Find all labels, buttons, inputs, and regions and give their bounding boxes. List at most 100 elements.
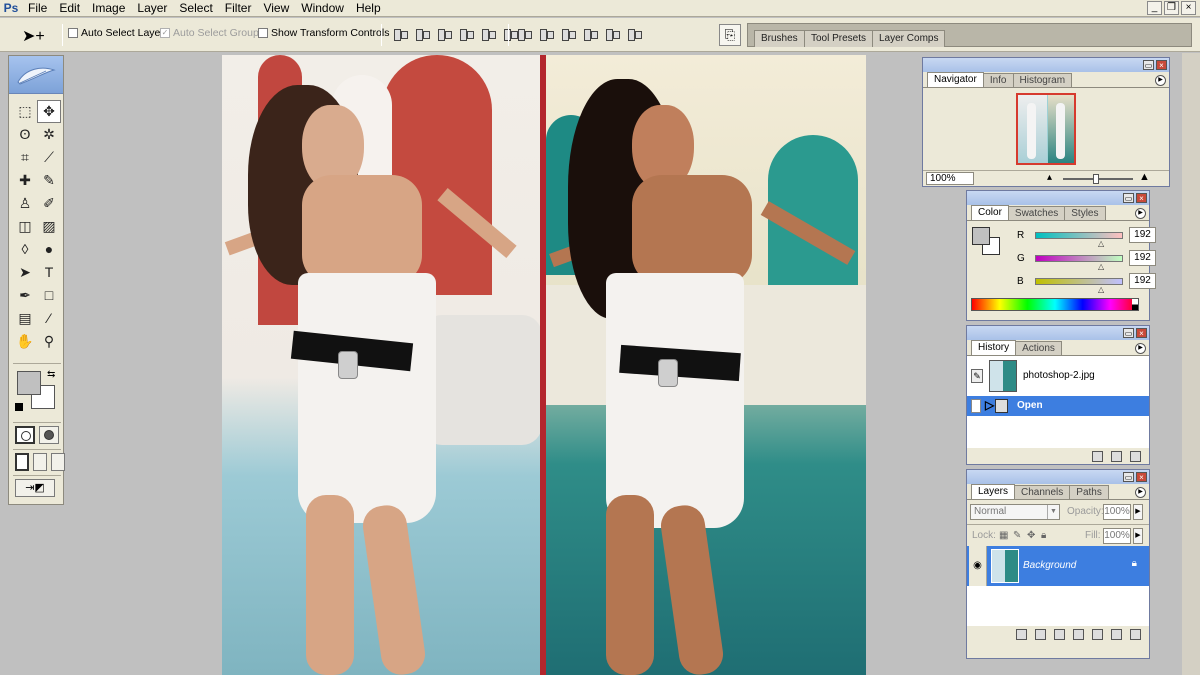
distribute-right-icon[interactable] [626,27,642,41]
quick-mask-button[interactable] [39,426,59,444]
slice-tool-icon[interactable]: ⟋ [37,146,61,169]
history-step-open[interactable]: ▷ Open [967,396,1149,416]
tab-channels[interactable]: Channels [1014,485,1071,499]
green-slider-knob[interactable]: △ [1098,262,1104,271]
zoom-level-field[interactable]: 100% [926,172,974,185]
menu-view[interactable]: View [257,0,295,16]
marquee-tool-icon[interactable]: ⬚ [13,100,37,123]
fill-field[interactable]: 100% [1103,528,1131,544]
panel-menu-icon[interactable]: ▶ [1155,75,1166,86]
auto-select-layer-option[interactable]: Auto Select Layer [68,27,164,39]
zoom-tool-icon[interactable]: ⚲ [37,330,61,353]
well-tab-tool-presets[interactable]: Tool Presets [804,30,874,47]
shape-tool-icon[interactable]: □ [37,284,61,307]
tab-history[interactable]: History [971,340,1017,355]
blue-slider[interactable]: △ [1035,277,1123,293]
tab-swatches[interactable]: Swatches [1007,206,1066,220]
tab-info[interactable]: Info [982,73,1014,87]
move-tool-icon[interactable]: ✥ [37,100,61,123]
align-left-edges-icon[interactable] [458,27,474,41]
history-brush-source-icon[interactable]: ✎ [971,369,983,383]
auto-select-layer-checkbox[interactable] [68,28,78,38]
panel-titlebar[interactable]: ▭ × [967,470,1149,484]
align-vertical-centers-icon[interactable] [414,27,430,41]
red-slider[interactable]: △ [1035,231,1123,247]
well-tab-brushes[interactable]: Brushes [754,30,805,47]
standard-mode-button[interactable] [15,426,35,444]
navigator-thumbnail[interactable] [1016,93,1076,165]
crop-tool-icon[interactable]: ⌗ [13,146,37,169]
tab-paths[interactable]: Paths [1069,485,1109,499]
menu-edit[interactable]: Edit [53,0,86,16]
swap-colors-icon[interactable]: ⇆ [47,369,55,380]
tab-color[interactable]: Color [971,205,1009,220]
layer-visibility-eye-icon[interactable]: ◉ [969,546,987,586]
blue-value-field[interactable]: 192 [1129,273,1156,289]
opacity-field[interactable]: 100% [1103,504,1131,520]
menu-file[interactable]: File [22,0,53,16]
blend-mode-select[interactable]: Normal ▼ [970,504,1060,520]
panel-menu-icon[interactable]: ▶ [1135,343,1146,354]
color-spectrum[interactable] [971,298,1139,311]
zoom-slider[interactable] [1063,174,1133,184]
menu-window[interactable]: Window [295,0,350,16]
panel-titlebar[interactable]: ▭ × [923,58,1169,72]
menu-filter[interactable]: Filter [219,0,258,16]
delete-state-icon[interactable] [1130,450,1141,462]
close-panel-icon[interactable]: × [1136,472,1147,482]
distribute-vcenter-icon[interactable] [538,27,554,41]
move-tool-preset-icon[interactable]: ➤+ [22,26,45,46]
new-document-from-state-icon[interactable] [1092,450,1103,462]
align-horizontal-centers-icon[interactable] [480,27,496,41]
document-image[interactable] [222,55,866,675]
photoshop-logo-icon[interactable]: Ps [0,0,22,16]
clone-stamp-tool-icon[interactable]: ♙ [13,192,37,215]
distribute-bottom-icon[interactable] [560,27,576,41]
close-panel-icon[interactable]: × [1156,60,1167,70]
auto-select-groups-option[interactable]: ✓ Auto Select Groups [160,27,264,39]
close-panel-icon[interactable]: × [1136,193,1147,203]
toolbox-header[interactable] [9,56,63,94]
layer-row-background[interactable]: ◉ Background 🔒︎ [967,546,1149,586]
gradient-tool-icon[interactable]: ▨ [37,215,61,238]
history-state-marker[interactable] [971,399,981,413]
align-bottom-edges-icon[interactable] [436,27,452,41]
blue-slider-knob[interactable]: △ [1098,285,1104,294]
tab-styles[interactable]: Styles [1064,206,1106,220]
well-tab-layer-comps[interactable]: Layer Comps [872,30,946,47]
history-brush-tool-icon[interactable]: ✐ [37,192,61,215]
minimize-panel-icon[interactable]: ▭ [1143,60,1154,70]
type-tool-icon[interactable]: T [37,261,61,284]
restore-icon[interactable]: ❐ [1164,1,1179,15]
panel-menu-icon[interactable]: ▶ [1135,487,1146,498]
align-top-edges-icon[interactable] [392,27,408,41]
panel-menu-icon[interactable]: ▶ [1135,208,1146,219]
dodge-tool-icon[interactable]: ● [37,238,61,261]
eraser-tool-icon[interactable]: ◫ [13,215,37,238]
menu-layer[interactable]: Layer [131,0,173,16]
zoom-slider-knob[interactable] [1093,174,1099,184]
red-slider-knob[interactable]: △ [1098,239,1104,248]
panel-titlebar[interactable]: ▭ × [967,191,1149,205]
auto-select-groups-checkbox[interactable]: ✓ [160,28,170,38]
hand-tool-icon[interactable]: ✋ [13,330,37,353]
file-browser-icon[interactable]: ⎘ [719,24,741,46]
standard-screen-mode-button[interactable] [15,453,29,471]
magic-wand-tool-icon[interactable]: ✲ [37,123,61,146]
lock-all-icon[interactable]: 🔒︎ [1041,530,1046,541]
layer-style-icon[interactable] [1035,628,1046,640]
notes-tool-icon[interactable]: ▤ [13,307,37,330]
brush-tool-icon[interactable]: ✎ [37,169,61,192]
opacity-dropdown-icon[interactable]: ▶ [1133,504,1143,520]
zoom-in-icon[interactable]: ▲ [1139,171,1150,183]
delete-layer-icon[interactable] [1130,628,1141,640]
tab-layers[interactable]: Layers [971,484,1016,499]
full-screen-menu-mode-button[interactable] [33,453,47,471]
panel-titlebar[interactable]: ▭ × [967,326,1149,340]
distribute-left-icon[interactable] [582,27,598,41]
lasso-tool-icon[interactable]: ʘ [13,123,37,146]
distribute-hcenter-icon[interactable] [604,27,620,41]
minimize-icon[interactable]: _ [1147,1,1162,15]
tab-navigator[interactable]: Navigator [927,72,984,87]
eyedropper-tool-icon[interactable]: ⁄ [37,307,61,330]
